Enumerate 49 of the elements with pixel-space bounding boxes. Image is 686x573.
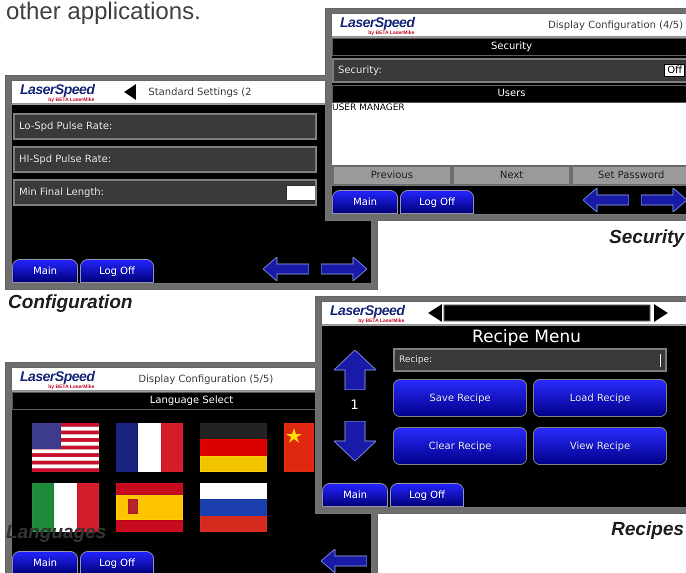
page-button[interactable]: Set Password — [571, 165, 686, 186]
setting-row[interactable]: Security: Off — [332, 58, 686, 83]
recipe-field[interactable]: Recipe: — [393, 348, 667, 372]
recipe-button[interactable]: Save Recipe — [393, 379, 527, 417]
spain-flag-icon[interactable] — [116, 483, 183, 532]
intro-text: other applications. — [6, 0, 201, 26]
screen-title: Standard Settings (2 — [148, 86, 252, 98]
nav-button[interactable]: Main — [12, 259, 78, 283]
nav-button[interactable]: Log Off — [80, 551, 154, 573]
setting-row[interactable]: Min Final Length: — [13, 179, 317, 206]
page-button[interactable]: Previous — [332, 165, 452, 186]
france-flag-icon[interactable] — [116, 423, 183, 472]
screen-title: Display Configuration (4/5) — [548, 20, 683, 30]
section-header: Users — [332, 85, 686, 103]
nav-button[interactable]: Log Off — [390, 483, 464, 507]
user-list-item[interactable]: USER MANAGER — [332, 103, 686, 113]
nav-button[interactable]: Log Off — [80, 259, 154, 283]
russia-flag-icon[interactable] — [200, 483, 267, 532]
recipe-number: 1 — [350, 398, 359, 413]
scroll-bar-drawing[interactable] — [428, 304, 668, 322]
left-triangle-icon[interactable] — [124, 84, 136, 100]
right-arrow-icon[interactable] — [641, 188, 686, 212]
value-field[interactable] — [287, 186, 315, 200]
nav-button[interactable]: Main — [12, 551, 78, 573]
recipe-button[interactable]: Clear Recipe — [393, 427, 527, 465]
nav-button[interactable]: Main — [332, 190, 398, 214]
germany-flag-icon[interactable] — [200, 423, 267, 472]
right-arrow-icon[interactable] — [321, 257, 367, 281]
section-header: Security — [332, 38, 686, 56]
up-arrow-icon[interactable] — [334, 350, 376, 390]
page-button[interactable]: Next — [452, 165, 572, 186]
recipe-button[interactable]: View Recipe — [533, 427, 667, 465]
recipe-button[interactable]: Load Recipe — [533, 379, 667, 417]
nav-button[interactable]: Log Off — [400, 190, 474, 214]
setting-row[interactable]: HI-Spd Pulse Rate: — [13, 146, 317, 173]
nav-button[interactable]: Main — [322, 483, 388, 507]
china-flag-icon[interactable] — [284, 423, 314, 472]
screen-caption: Configuration — [8, 292, 133, 314]
screen-title: Recipe Menu — [471, 327, 582, 347]
left-arrow-icon[interactable] — [263, 257, 309, 281]
down-arrow-icon[interactable] — [334, 421, 376, 461]
usa-flag-icon[interactable] — [32, 423, 99, 472]
left-arrow-icon[interactable] — [583, 188, 629, 212]
setting-row[interactable]: Lo-Spd Pulse Rate: — [13, 113, 317, 140]
screen-title: Display Configuration (5/5) — [138, 374, 274, 384]
screen-caption: Security — [609, 227, 684, 249]
setting-value[interactable]: Off — [664, 64, 685, 77]
left-arrow-icon[interactable] — [321, 549, 367, 573]
screen-caption: Recipes — [611, 519, 684, 541]
